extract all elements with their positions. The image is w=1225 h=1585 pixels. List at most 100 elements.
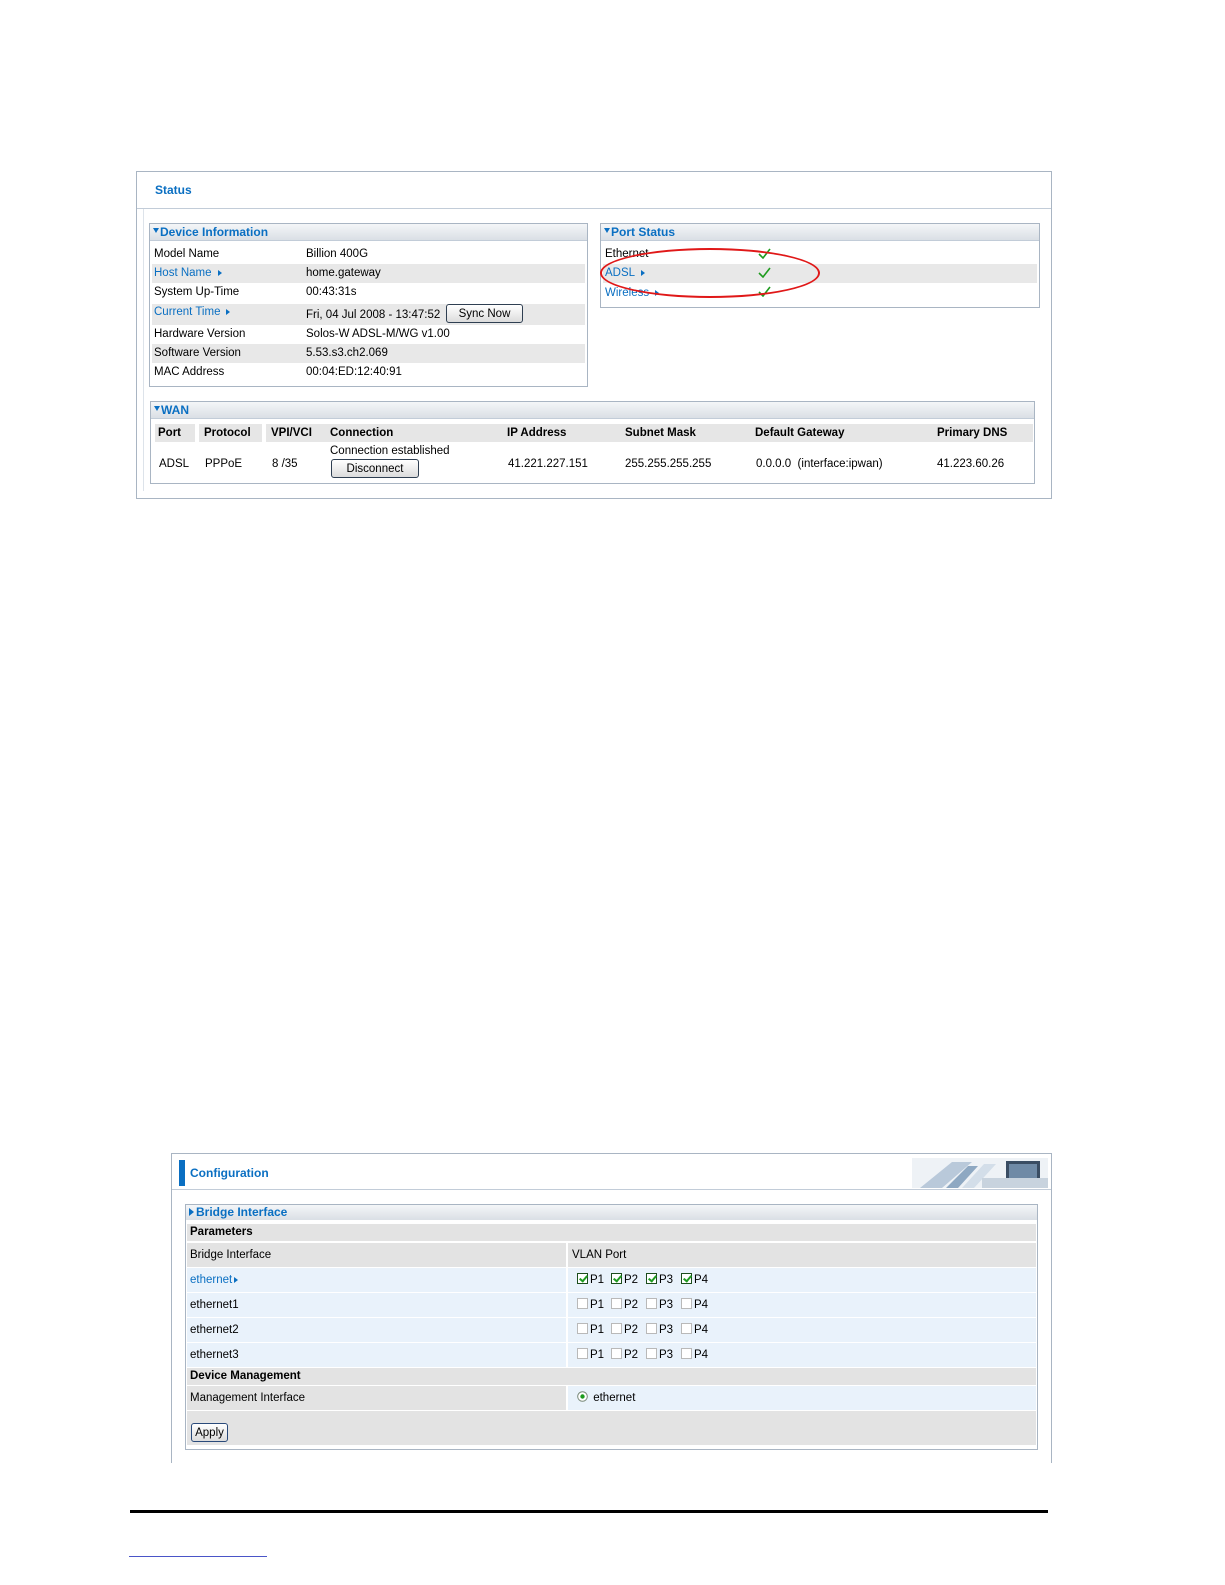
arrow-right-icon xyxy=(217,269,222,276)
collapse-arrow-icon xyxy=(604,228,610,234)
vlan-port-checkbox[interactable]: P3 xyxy=(646,1268,673,1292)
device-information-heading: Device Information xyxy=(160,225,269,239)
wan-subnet-mask: 255.255.255.255 xyxy=(625,458,712,470)
page-footer-rule xyxy=(130,1510,1048,1513)
port-status-header[interactable]: Port Status xyxy=(601,224,1039,241)
vlan-port-checkbox[interactable]: P4 xyxy=(681,1293,708,1317)
management-interface-row: Management Interface ethernet xyxy=(187,1386,1036,1410)
vlan-port-checkbox[interactable]: P4 xyxy=(681,1268,708,1292)
collapse-arrow-icon xyxy=(153,228,159,234)
info-value: Solos-W ADSL-M/WG v1.00 xyxy=(306,328,450,340)
host-name-link[interactable]: Host Name xyxy=(154,264,222,283)
wan-vpi-vci: 8 /35 xyxy=(272,458,298,470)
wan-default-gateway: 0.0.0.0 (interface:ipwan) xyxy=(756,458,883,470)
apply-row: Apply xyxy=(187,1411,1036,1445)
vlan-port-checkbox[interactable]: P2 xyxy=(611,1293,638,1317)
wan-protocol: PPPoE xyxy=(205,458,243,470)
wan-connection-status: Connection established xyxy=(330,445,450,457)
apply-button[interactable]: Apply xyxy=(191,1423,228,1442)
info-row-uptime: System Up-Time 00:43:31s xyxy=(152,283,585,302)
bridge-row-ethernet3: ethernet3 P1 P2 P3 P4 xyxy=(187,1343,1036,1367)
radio-selected-icon xyxy=(577,1391,588,1403)
wan-col-header: Connection xyxy=(326,424,503,442)
info-row-host-name: Host Name home.gateway xyxy=(152,264,585,283)
adsl-highlight-ellipse xyxy=(600,248,820,298)
info-value: home.gateway xyxy=(306,267,381,279)
wan-heading: WAN xyxy=(161,403,189,417)
vlan-port-checkbox[interactable]: P2 xyxy=(611,1343,638,1367)
configuration-divider xyxy=(172,1189,1051,1190)
wan-col-header: Default Gateway xyxy=(751,424,933,442)
info-label: Hardware Version xyxy=(154,328,246,340)
arrow-right-icon xyxy=(234,1276,239,1283)
info-row-mac-address: MAC Address 00:04:ED:12:40:91 xyxy=(152,363,585,382)
collapse-arrow-icon xyxy=(154,406,160,412)
bridge-columns-row: Bridge Interface VLAN Port xyxy=(187,1243,1036,1267)
vlan-port-checkbox[interactable]: P3 xyxy=(646,1293,673,1317)
info-label: System Up-Time xyxy=(154,286,240,298)
vlan-port-checkbox[interactable]: P4 xyxy=(681,1343,708,1367)
bridge-interface-col: Bridge Interface xyxy=(190,1249,272,1261)
footer-link-underline[interactable] xyxy=(129,1556,267,1557)
vlan-port-checkbox[interactable]: P1 xyxy=(577,1293,604,1317)
bridge-row-ethernet1: ethernet1 P1 P2 P3 P4 xyxy=(187,1293,1036,1317)
wan-col-header: IP Address xyxy=(503,424,621,442)
interface-name: ethernet2 xyxy=(190,1324,239,1336)
parameters-label: Parameters xyxy=(190,1226,253,1238)
wan-col-header: Subnet Mask xyxy=(621,424,751,442)
vlan-port-checkbox[interactable]: P3 xyxy=(646,1343,673,1367)
bridge-interface-header[interactable]: Bridge Interface xyxy=(186,1205,1037,1220)
wan-box: WAN Port Protocol VPI/VCI Connection IP … xyxy=(150,401,1035,484)
info-value: Fri, 04 Jul 2008 - 13:47:52 xyxy=(306,309,441,321)
current-time-link[interactable]: Current Time xyxy=(154,303,231,322)
status-title: Status xyxy=(155,183,192,197)
wan-col-header: Primary DNS xyxy=(933,424,1033,442)
interface-name: ethernet3 xyxy=(190,1349,239,1361)
port-status-heading: Port Status xyxy=(611,225,676,239)
info-value: 00:04:ED:12:40:91 xyxy=(306,366,402,378)
device-management-label: Device Management xyxy=(190,1370,301,1382)
wan-port: ADSL xyxy=(159,458,190,470)
bridge-row-ethernet: ethernet P1 P2 P3 P4 xyxy=(187,1268,1036,1292)
vlan-port-checkbox[interactable]: P2 xyxy=(611,1318,638,1342)
vlan-port-col: VLAN Port xyxy=(572,1249,627,1261)
info-value: Billion 400G xyxy=(306,248,369,260)
wan-col-header: Protocol xyxy=(199,424,262,442)
vlan-port-checkbox[interactable]: P3 xyxy=(646,1318,673,1342)
info-label: MAC Address xyxy=(154,366,225,378)
info-row-software-version: Software Version 5.53.s3.ch2.069 xyxy=(152,344,585,363)
ethernet-link[interactable]: ethernet xyxy=(190,1268,239,1292)
parameters-section: Parameters xyxy=(187,1224,1036,1241)
status-divider-vertical xyxy=(143,209,144,491)
info-label: Model Name xyxy=(154,248,220,260)
status-divider xyxy=(137,208,1051,209)
info-value: 00:43:31s xyxy=(306,286,357,298)
wan-col-header: VPI/VCI xyxy=(266,424,326,442)
info-row-hardware-version: Hardware Version Solos-W ADSL-M/WG v1.00 xyxy=(152,325,585,344)
management-interface-label: Management Interface xyxy=(190,1392,306,1404)
vlan-port-checkbox[interactable]: P4 xyxy=(681,1318,708,1342)
title-accent-bar xyxy=(179,1160,185,1186)
vlan-port-checkbox[interactable]: P1 xyxy=(577,1343,604,1367)
info-label: Software Version xyxy=(154,347,241,359)
sync-now-button[interactable]: Sync Now xyxy=(446,304,523,323)
arrow-right-icon xyxy=(226,308,231,315)
configuration-title: Configuration xyxy=(190,1166,269,1180)
wan-col-header: Port xyxy=(155,424,195,442)
bridge-row-ethernet2: ethernet2 P1 P2 P3 P4 xyxy=(187,1318,1036,1342)
disconnect-button[interactable]: Disconnect xyxy=(331,459,419,478)
device-information-header[interactable]: Device Information xyxy=(150,224,587,241)
vlan-port-checkbox[interactable]: P1 xyxy=(577,1318,604,1342)
expand-arrow-icon xyxy=(189,1207,194,1216)
device-management-section: Device Management xyxy=(187,1368,1036,1385)
info-value: 5.53.s3.ch2.069 xyxy=(306,347,388,359)
office-banner-image xyxy=(912,1158,1048,1188)
vlan-port-checkbox[interactable]: P2 xyxy=(611,1268,638,1292)
wan-header[interactable]: WAN xyxy=(151,402,1034,419)
vlan-port-checkbox[interactable]: P1 xyxy=(577,1268,604,1292)
info-row-model-name: Model Name Billion 400G xyxy=(152,245,585,264)
management-interface-radio[interactable]: ethernet xyxy=(577,1386,635,1410)
interface-name: ethernet1 xyxy=(190,1299,239,1311)
bridge-interface-heading: Bridge Interface xyxy=(196,1205,288,1219)
wan-primary-dns: 41.223.60.26 xyxy=(937,458,1005,470)
